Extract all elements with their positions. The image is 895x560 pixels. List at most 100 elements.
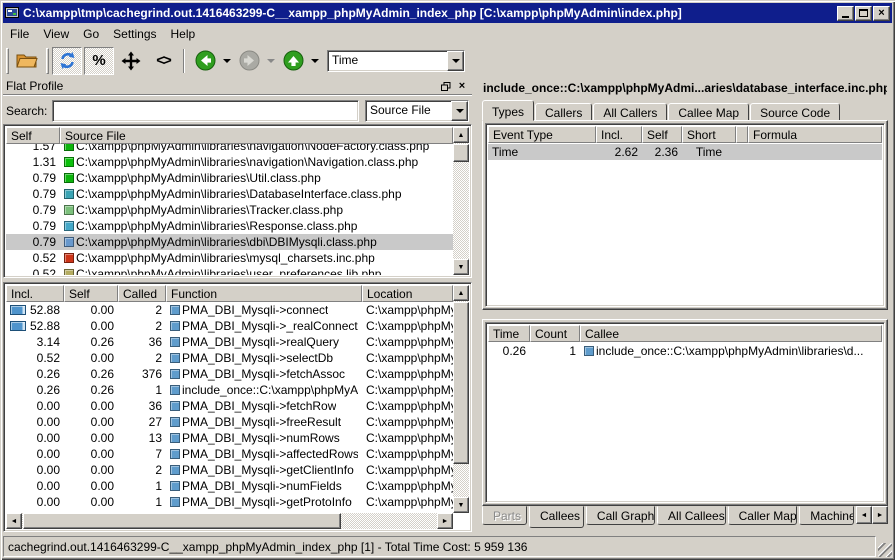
cycle-detection-button[interactable]: <>	[148, 47, 178, 75]
column-header[interactable]: Callee	[580, 325, 882, 342]
forward-dropdown[interactable]	[265, 47, 277, 75]
scroll-down-button[interactable]: ▼	[453, 497, 469, 513]
function-row[interactable]: 0.000.007PMA_DBI_Mysqli->affectedRowsC:\…	[6, 446, 453, 462]
function-row[interactable]: 0.260.261include_once::C:\xampp\phpMyAd.…	[6, 382, 453, 398]
column-header[interactable]: Count	[530, 325, 580, 342]
column-header[interactable]: Short	[682, 126, 736, 143]
tab-all-callers[interactable]: All Callers	[593, 103, 667, 121]
tab-callee-map[interactable]: Callee Map	[668, 103, 749, 121]
column-header[interactable]: Location	[362, 285, 453, 302]
toolbar-handle-2[interactable]	[46, 48, 49, 74]
close-button[interactable]: ×	[873, 6, 890, 21]
file-row[interactable]: 0.79C:\xampp\phpMyAdmin\libraries\Databa…	[6, 186, 453, 202]
scroll-up-button[interactable]: ▲	[453, 127, 469, 143]
function-row[interactable]: 52.880.002PMA_DBI_Mysqli->_realConnectC:…	[6, 318, 453, 334]
scrollbar-thumb[interactable]	[23, 513, 341, 529]
column-header[interactable]: Called	[118, 285, 166, 302]
column-header[interactable]: Formula	[748, 126, 882, 143]
main-area: Flat Profile × Search: Source File	[3, 78, 892, 534]
back-dropdown[interactable]	[221, 47, 233, 75]
file-row[interactable]: 0.79C:\xampp\phpMyAdmin\libraries\Tracke…	[6, 202, 453, 218]
function-row[interactable]: 0.000.0036PMA_DBI_Mysqli->fetchRowC:\xam…	[6, 398, 453, 414]
menu-help[interactable]: Help	[164, 25, 203, 43]
tab-callers[interactable]: Callers	[535, 103, 592, 121]
tab-all-callees[interactable]: All Callees	[657, 506, 726, 525]
column-header[interactable]: Time	[488, 325, 530, 342]
combobox-drop-button[interactable]	[447, 51, 464, 71]
file-row[interactable]: 0.79C:\xampp\phpMyAdmin\libraries\Util.c…	[6, 170, 453, 186]
function-row[interactable]: 0.000.001PMA_DBI_Mysqli->numFieldsC:\xam…	[6, 478, 453, 494]
percent-toggle-button[interactable]: %	[84, 47, 114, 75]
menu-settings[interactable]: Settings	[106, 25, 163, 43]
file-row[interactable]: 1.57C:\xampp\phpMyAdmin\libraries\naviga…	[6, 144, 453, 154]
expand-areas-button[interactable]	[116, 47, 146, 75]
dock-title-bar[interactable]: Flat Profile ×	[3, 78, 472, 95]
resize-grip[interactable]	[878, 543, 892, 557]
column-header[interactable]: Function	[166, 285, 362, 302]
grouping-combobox[interactable]: Source File	[365, 100, 469, 122]
tab-scroll-right-button[interactable]: ►	[872, 506, 888, 524]
forward-button[interactable]	[234, 47, 264, 75]
column-header[interactable]: Event Type	[488, 126, 596, 143]
column-header[interactable]: Self	[6, 127, 60, 144]
function-list-vscrollbar[interactable]: ▲ ▼	[453, 285, 469, 513]
file-row[interactable]: 0.79C:\xampp\phpMyAdmin\libraries\dbi\DB…	[6, 234, 453, 250]
column-header[interactable]: Incl.	[596, 126, 642, 143]
scroll-right-button[interactable]: ►	[437, 513, 453, 529]
function-row[interactable]: 0.000.002PMA_DBI_Mysqli->getClientInfoC:…	[6, 462, 453, 478]
dock-float-button[interactable]	[439, 80, 453, 93]
menu-go[interactable]: Go	[76, 25, 106, 43]
minimize-button[interactable]	[837, 6, 854, 21]
file-row[interactable]: 0.52C:\xampp\phpMyAdmin\libraries\user_p…	[6, 266, 453, 275]
column-header[interactable]: Self	[64, 285, 118, 302]
function-row[interactable]: 0.260.26376PMA_DBI_Mysqli->fetchAssocC:\…	[6, 366, 453, 382]
function-list-hscrollbar[interactable]: ◄ ►	[6, 513, 453, 529]
tab-call-graph[interactable]: Call Graph	[586, 506, 655, 525]
up-button[interactable]	[278, 47, 308, 75]
function-row[interactable]: 0.520.002PMA_DBI_Mysqli->selectDbC:\xamp…	[6, 350, 453, 366]
scroll-down-button[interactable]: ▼	[453, 259, 469, 275]
scrollbar-thumb[interactable]	[453, 144, 469, 162]
self-cell: 0.52	[6, 267, 60, 275]
search-input[interactable]	[52, 100, 359, 122]
tab-parts[interactable]: Parts	[482, 506, 527, 525]
self-cell: 0.00	[64, 303, 118, 317]
column-header[interactable]: Source File	[60, 127, 453, 144]
callee-row[interactable]: 0.26 1 include_once::C:\xampp\phpMyAdmin…	[488, 343, 882, 359]
column-header[interactable]: Self	[642, 126, 682, 143]
file-row[interactable]: 1.31C:\xampp\phpMyAdmin\libraries\naviga…	[6, 154, 453, 170]
event-type-row[interactable]: Time 2.62 2.36 Time	[488, 144, 882, 160]
scrollbar-thumb[interactable]	[453, 302, 469, 464]
file-list-vscrollbar[interactable]: ▲ ▼	[453, 127, 469, 275]
function-row[interactable]: 3.140.2636PMA_DBI_Mysqli->realQueryC:\xa…	[6, 334, 453, 350]
toolbar-handle[interactable]	[6, 48, 9, 74]
reload-button[interactable]	[52, 47, 82, 75]
open-file-button[interactable]	[12, 47, 42, 75]
up-dropdown[interactable]	[309, 47, 321, 75]
maximize-button[interactable]	[855, 6, 872, 21]
scroll-up-button[interactable]: ▲	[453, 285, 469, 301]
panel-splitter[interactable]	[472, 78, 480, 534]
tab-caller-map[interactable]: Caller Map	[728, 506, 798, 525]
file-row[interactable]: 0.79C:\xampp\phpMyAdmin\libraries\Respon…	[6, 218, 453, 234]
column-header[interactable]	[736, 126, 748, 143]
tab-machine[interactable]: Machine	[799, 506, 854, 525]
event-type-combobox[interactable]: Time	[327, 50, 465, 72]
menu-file[interactable]: File	[3, 25, 36, 43]
column-header[interactable]: Incl.	[6, 285, 64, 302]
tab-scroll-left-button[interactable]: ◄	[856, 506, 872, 524]
back-button[interactable]	[190, 47, 220, 75]
tab-callees[interactable]: Callees	[529, 506, 584, 528]
tab-source-code[interactable]: Source Code	[750, 103, 840, 121]
tab-types[interactable]: Types	[482, 100, 534, 121]
function-row[interactable]: 0.000.0013PMA_DBI_Mysqli->numRowsC:\xamp…	[6, 430, 453, 446]
dock-close-button[interactable]: ×	[455, 80, 469, 93]
function-row[interactable]: 0.000.001PMA_DBI_Mysqli->getProtoInfoC:\…	[6, 494, 453, 510]
incl-value: 0.26	[37, 383, 60, 397]
combobox-drop-button[interactable]	[451, 101, 468, 121]
menu-view[interactable]: View	[36, 25, 76, 43]
scroll-left-button[interactable]: ◄	[6, 513, 22, 529]
file-row[interactable]: 0.52C:\xampp\phpMyAdmin\libraries\mysql_…	[6, 250, 453, 266]
function-row[interactable]: 0.000.0027PMA_DBI_Mysqli->freeResultC:\x…	[6, 414, 453, 430]
function-row[interactable]: 52.880.002PMA_DBI_Mysqli->connectC:\xamp…	[6, 302, 453, 318]
